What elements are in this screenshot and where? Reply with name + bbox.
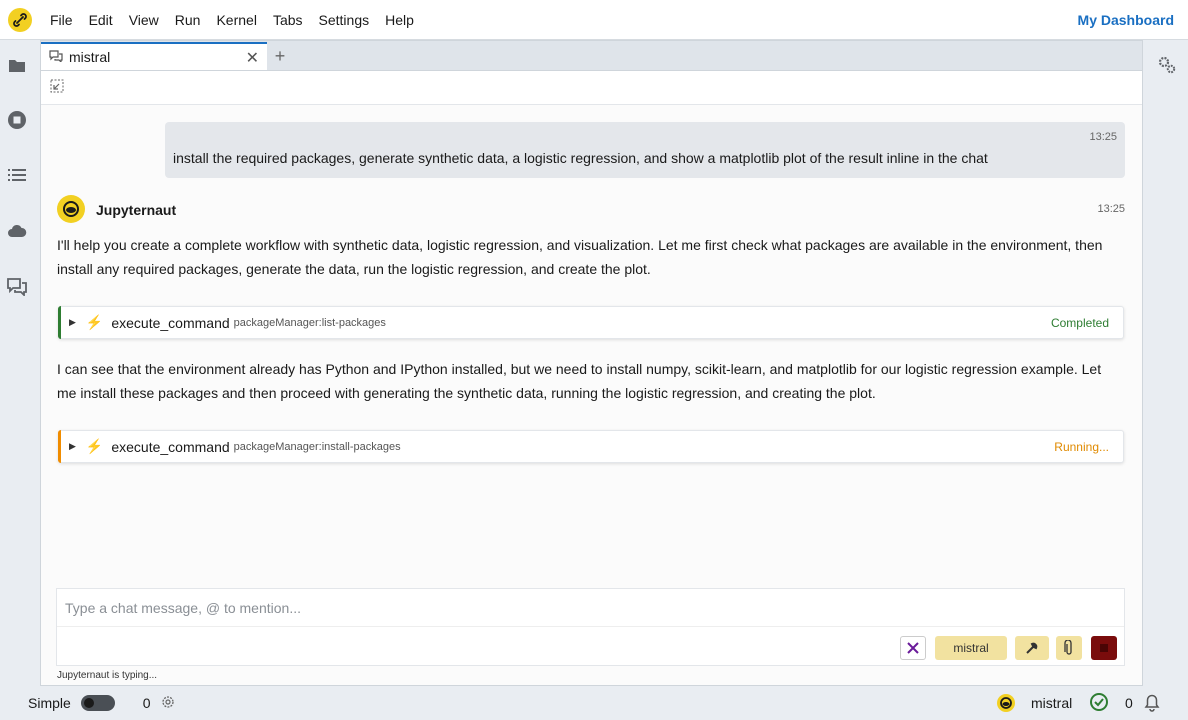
kernel-idle-check-icon xyxy=(1089,692,1109,715)
new-tab-button[interactable]: + xyxy=(267,42,293,70)
app-logo-icon[interactable] xyxy=(8,7,32,32)
bot-message-paragraph-2: I can see that the environment already h… xyxy=(57,361,1102,401)
user-message: 13:25 install the required packages, gen… xyxy=(165,122,1125,178)
tool-call-list-packages[interactable]: ▶ ⚡ execute_command packageManager:list-… xyxy=(58,306,1124,339)
my-dashboard-link[interactable]: My Dashboard xyxy=(1078,12,1174,28)
status-bar: Simple 0 mistral 0 xyxy=(0,686,1188,720)
tool-status: Completed xyxy=(1050,316,1109,330)
chat-message-input[interactable] xyxy=(57,589,1124,627)
tool-argument: packageManager:list-packages xyxy=(233,316,386,329)
bot-name: Jupyternaut xyxy=(96,202,177,218)
move-to-side-icon[interactable] xyxy=(50,79,64,96)
lightning-icon: ⚡ xyxy=(85,314,104,330)
table-of-contents-icon[interactable] xyxy=(6,164,28,186)
tools-wrench-icon[interactable] xyxy=(1015,636,1049,660)
chat-icon[interactable] xyxy=(6,276,28,298)
tool-status-bar xyxy=(58,306,61,339)
close-tab-icon[interactable]: ✕ xyxy=(246,48,259,68)
menu-kernel[interactable]: Kernel xyxy=(208,12,264,28)
simple-mode-label: Simple xyxy=(28,695,71,711)
running-sessions-icon[interactable] xyxy=(6,109,28,131)
right-sidebar xyxy=(1144,40,1188,686)
tab-label: mistral xyxy=(69,49,111,65)
menu-run[interactable]: Run xyxy=(167,12,209,28)
clear-button[interactable] xyxy=(900,636,926,660)
chat-toolbar xyxy=(41,71,1142,105)
menu-bar: File Edit View Run Kernel Tabs Settings … xyxy=(0,0,1188,40)
cloud-icon[interactable] xyxy=(6,220,28,242)
stop-button[interactable] xyxy=(1091,636,1117,660)
bell-icon[interactable] xyxy=(1143,692,1161,715)
lightning-icon: ⚡ xyxy=(85,438,104,454)
bot-message-time: 13:25 xyxy=(1097,203,1125,215)
menu-edit[interactable]: Edit xyxy=(81,12,121,28)
left-sidebar xyxy=(0,40,34,686)
property-inspector-gears-icon[interactable] xyxy=(1156,54,1178,76)
chat-area: 13:25 install the required packages, gen… xyxy=(41,105,1142,685)
terminal-count: 0 xyxy=(142,695,151,711)
jupyternaut-status-icon[interactable] xyxy=(996,693,1016,716)
chat-input-box: mistral xyxy=(56,588,1125,666)
tool-call-install-packages[interactable]: ▶ ⚡ execute_command packageManager:insta… xyxy=(58,430,1124,463)
tab-mistral-chat[interactable]: mistral ✕ xyxy=(41,42,267,70)
tool-name: execute_command xyxy=(111,438,230,455)
model-select-button[interactable]: mistral xyxy=(935,636,1007,660)
main-panel: mistral ✕ + 13:25 install the required p… xyxy=(40,40,1143,686)
tab-bar: mistral ✕ + xyxy=(41,41,1142,71)
menu-file[interactable]: File xyxy=(42,12,81,28)
tool-status-bar xyxy=(58,430,61,463)
expand-caret-icon[interactable]: ▶ xyxy=(69,317,76,328)
jupyternaut-avatar xyxy=(57,195,85,223)
attach-paperclip-icon[interactable] xyxy=(1056,636,1082,660)
bot-message-paragraph-1: I'll help you create a complete workflow… xyxy=(57,237,1103,277)
menu-settings[interactable]: Settings xyxy=(311,12,378,28)
user-message-text: install the required packages, generate … xyxy=(173,150,988,166)
kernel-name: mistral xyxy=(1031,695,1073,711)
typing-indicator: Jupyternaut is typing... xyxy=(57,670,158,681)
expand-caret-icon[interactable]: ▶ xyxy=(69,441,76,452)
tool-name: execute_command xyxy=(111,314,230,331)
simple-mode-toggle[interactable] xyxy=(80,695,115,711)
tool-argument: packageManager:install-packages xyxy=(233,440,401,453)
menu-help[interactable]: Help xyxy=(377,12,422,28)
menu-view[interactable]: View xyxy=(121,12,167,28)
tool-status: Running... xyxy=(1054,440,1109,454)
kernel-gear-icon[interactable] xyxy=(161,695,175,712)
user-message-time: 13:25 xyxy=(1089,131,1117,143)
notification-count: 0 xyxy=(1125,695,1133,711)
chat-tab-icon xyxy=(49,49,63,65)
folder-icon[interactable] xyxy=(6,54,28,76)
menu-tabs[interactable]: Tabs xyxy=(265,12,311,28)
